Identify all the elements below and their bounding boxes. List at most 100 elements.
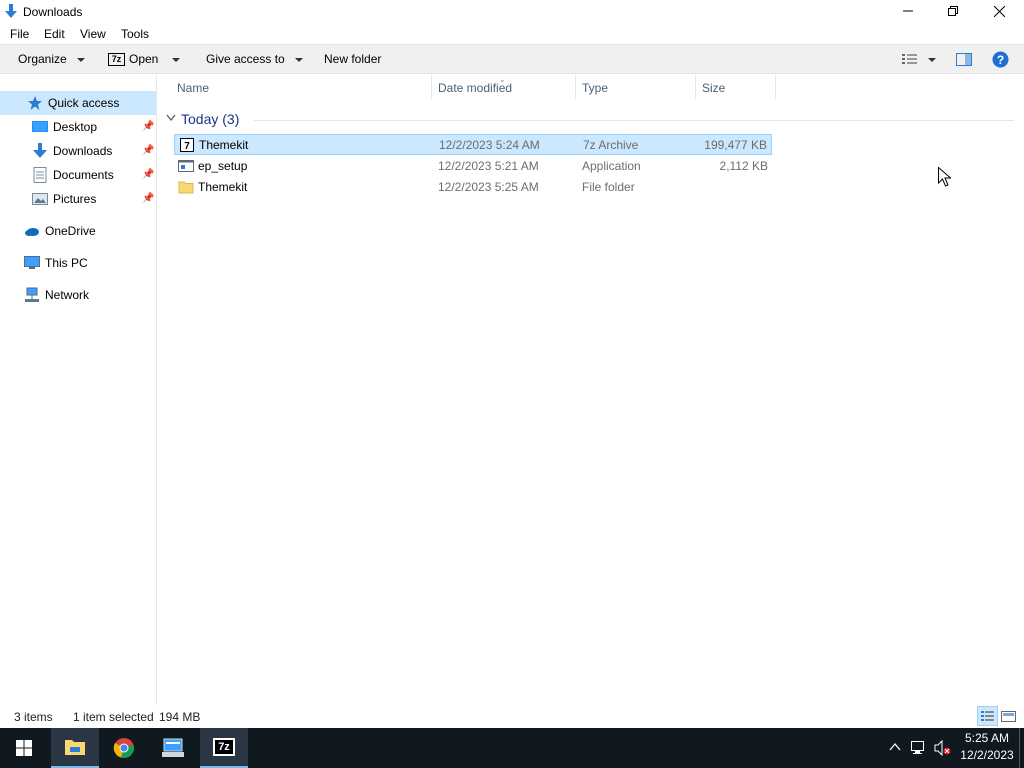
file-name: Themekit [199, 138, 249, 152]
pin-icon[interactable]: 📌 [142, 145, 154, 156]
7zip-icon: 7z [213, 738, 235, 756]
nav-this-pc[interactable]: This PC [24, 251, 88, 275]
new-folder-label: New folder [324, 52, 382, 66]
details-view-toggle[interactable] [977, 706, 998, 726]
file-date: 12/2/2023 5:21 AM [438, 159, 539, 173]
file-name: Themekit [198, 180, 248, 194]
nav-label: This PC [45, 256, 88, 270]
nav-desktop[interactable]: Desktop [32, 115, 97, 139]
change-view-button[interactable] [902, 53, 936, 65]
file-name: ep_setup [198, 159, 248, 173]
file-date: 12/2/2023 5:25 AM [438, 180, 539, 194]
start-button[interactable] [0, 728, 48, 768]
organize-label: Organize [18, 52, 67, 66]
group-divider [254, 120, 1014, 121]
open-label: Open [129, 52, 159, 66]
file-row[interactable]: ep_setup 12/2/2023 5:21 AM Application 2… [174, 156, 772, 177]
pin-icon[interactable]: 📌 [142, 193, 154, 204]
pin-icon[interactable]: 📌 [142, 121, 154, 132]
show-desktop-button[interactable] [1019, 728, 1024, 768]
large-icons-view-toggle[interactable] [1000, 708, 1018, 725]
nav-downloads[interactable]: Downloads [32, 139, 112, 163]
status-bar: 3 items 1 item selected 194 MB [0, 706, 1024, 728]
taskbar-7zip[interactable]: 7z [200, 728, 248, 768]
organize-button[interactable]: Organize [18, 52, 85, 66]
nav-label: Documents [53, 168, 114, 182]
windows-logo-icon [16, 740, 32, 756]
help-icon: ? [992, 51, 1009, 68]
7z-icon: 7z [108, 52, 125, 66]
clock-date: 12/2/2023 [960, 748, 1014, 762]
menu-view[interactable]: View [80, 27, 106, 41]
preview-pane-icon [956, 53, 972, 66]
collapse-chevron-icon [166, 114, 176, 121]
nav-documents[interactable]: Documents [32, 163, 114, 187]
give-access-button[interactable]: Give access to [206, 52, 303, 66]
restore-button[interactable] [930, 0, 976, 22]
application-icon [178, 160, 194, 172]
window-title: Downloads [23, 5, 83, 19]
minimize-icon [903, 10, 913, 12]
clock-time: 5:25 AM [964, 731, 1010, 745]
file-date: 12/2/2023 5:24 AM [439, 138, 540, 152]
show-hidden-icons-chevron-icon[interactable] [889, 742, 901, 752]
chevron-down-icon [76, 58, 85, 62]
file-row[interactable]: Themekit 12/2/2023 5:25 AM File folder [174, 177, 772, 198]
status-item-count: 3 items [14, 710, 53, 724]
column-divider[interactable] [431, 75, 432, 99]
folder-icon [178, 181, 194, 194]
group-header-today[interactable]: Today (3) [166, 110, 1016, 130]
column-divider[interactable] [575, 75, 576, 99]
open-button[interactable]: 7z Open [108, 52, 181, 66]
column-divider[interactable] [695, 75, 696, 99]
clock[interactable]: 5:25 AM 12/2/2023 [958, 731, 1016, 762]
network-status-icon[interactable] [910, 740, 928, 756]
download-arrow-icon [33, 143, 47, 158]
chevron-down-icon [172, 58, 181, 62]
menu-file[interactable]: File [10, 27, 29, 41]
column-divider[interactable] [775, 75, 776, 99]
pin-icon[interactable]: 📌 [142, 169, 154, 180]
chevron-down-icon [294, 58, 303, 62]
downloads-arrow-icon [5, 4, 17, 18]
navigation-pane: Quick access Desktop 📌 Downloads 📌 Docum… [0, 75, 157, 705]
column-date-modified[interactable]: Date modified [438, 81, 512, 95]
nav-label: Desktop [53, 120, 98, 134]
nav-network[interactable]: Network [24, 283, 89, 307]
nav-pictures[interactable]: Pictures [32, 187, 96, 211]
7z-archive-icon: 7 [180, 138, 194, 152]
taskbar-file-explorer[interactable] [51, 728, 99, 768]
nav-onedrive[interactable]: OneDrive [24, 219, 96, 243]
chrome-icon [113, 738, 134, 758]
column-type[interactable]: Type [582, 81, 608, 95]
command-toolbar: Organize 7z Open Give access to New fold… [0, 44, 1024, 74]
file-type: Application [582, 159, 641, 173]
menu-edit[interactable]: Edit [44, 27, 65, 41]
column-name[interactable]: Name [177, 81, 209, 95]
volume-muted-icon[interactable] [934, 740, 952, 756]
taskbar-chrome[interactable] [100, 728, 148, 768]
nav-label: Quick access [48, 96, 120, 110]
cloud-icon [25, 228, 39, 236]
group-title: Today (3) [181, 111, 240, 127]
7z-glyph: 7 [184, 141, 190, 152]
close-button[interactable] [976, 0, 1022, 22]
new-folder-button[interactable]: New folder [324, 52, 381, 66]
preview-pane-button[interactable] [956, 53, 972, 66]
nav-quick-access[interactable]: Quick access [0, 91, 156, 115]
details-view-icon [981, 711, 994, 721]
nav-label: Pictures [53, 192, 97, 206]
control-panel-icon [162, 738, 184, 757]
help-button[interactable]: ? [992, 51, 1009, 68]
chevron-down-icon [928, 58, 936, 62]
mouse-cursor-icon [938, 167, 951, 187]
taskbar-control-panel[interactable] [149, 728, 197, 768]
file-row[interactable]: 7 Themekit 12/2/2023 5:24 AM 7z Archive … [174, 134, 772, 155]
menu-tools[interactable]: Tools [121, 27, 149, 41]
file-type: File folder [582, 180, 635, 194]
column-size[interactable]: Size [702, 81, 725, 95]
status-size: 194 MB [159, 710, 201, 724]
file-type: 7z Archive [583, 138, 639, 152]
minimize-button[interactable] [885, 0, 931, 22]
file-size: 2,112 KB [719, 159, 768, 173]
